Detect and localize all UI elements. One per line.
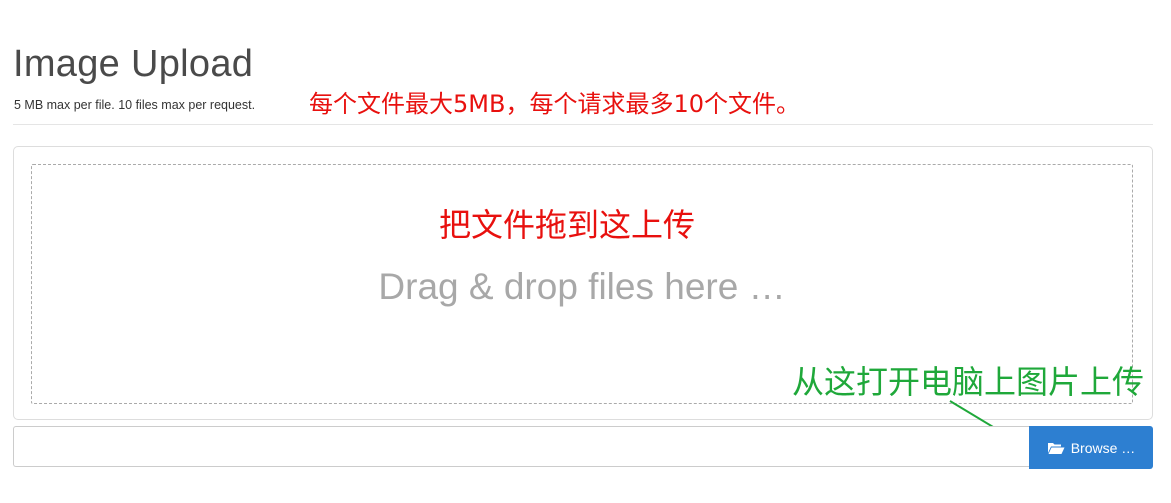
file-caption-input[interactable] bbox=[13, 426, 1029, 467]
limits-annotation: 每个文件最大5MB，每个请求最多10个文件。 bbox=[309, 90, 800, 118]
folder-open-icon bbox=[1047, 441, 1065, 455]
upload-limits-text: 5 MB max per file. 10 files max per requ… bbox=[14, 98, 256, 112]
header-divider bbox=[13, 124, 1153, 125]
browse-button-label: Browse … bbox=[1070, 439, 1136, 456]
page-title: Image Upload bbox=[13, 43, 254, 85]
image-upload-page: Image Upload 5 MB max per file. 10 files… bbox=[0, 0, 1171, 503]
drag-annotation: 把文件拖到这上传 bbox=[438, 206, 695, 244]
browse-button[interactable]: Browse … bbox=[1029, 426, 1153, 469]
browse-annotation: 从这打开电脑上图片上传 bbox=[792, 363, 1145, 401]
drop-zone-caption: Drag & drop files here … bbox=[378, 266, 786, 307]
